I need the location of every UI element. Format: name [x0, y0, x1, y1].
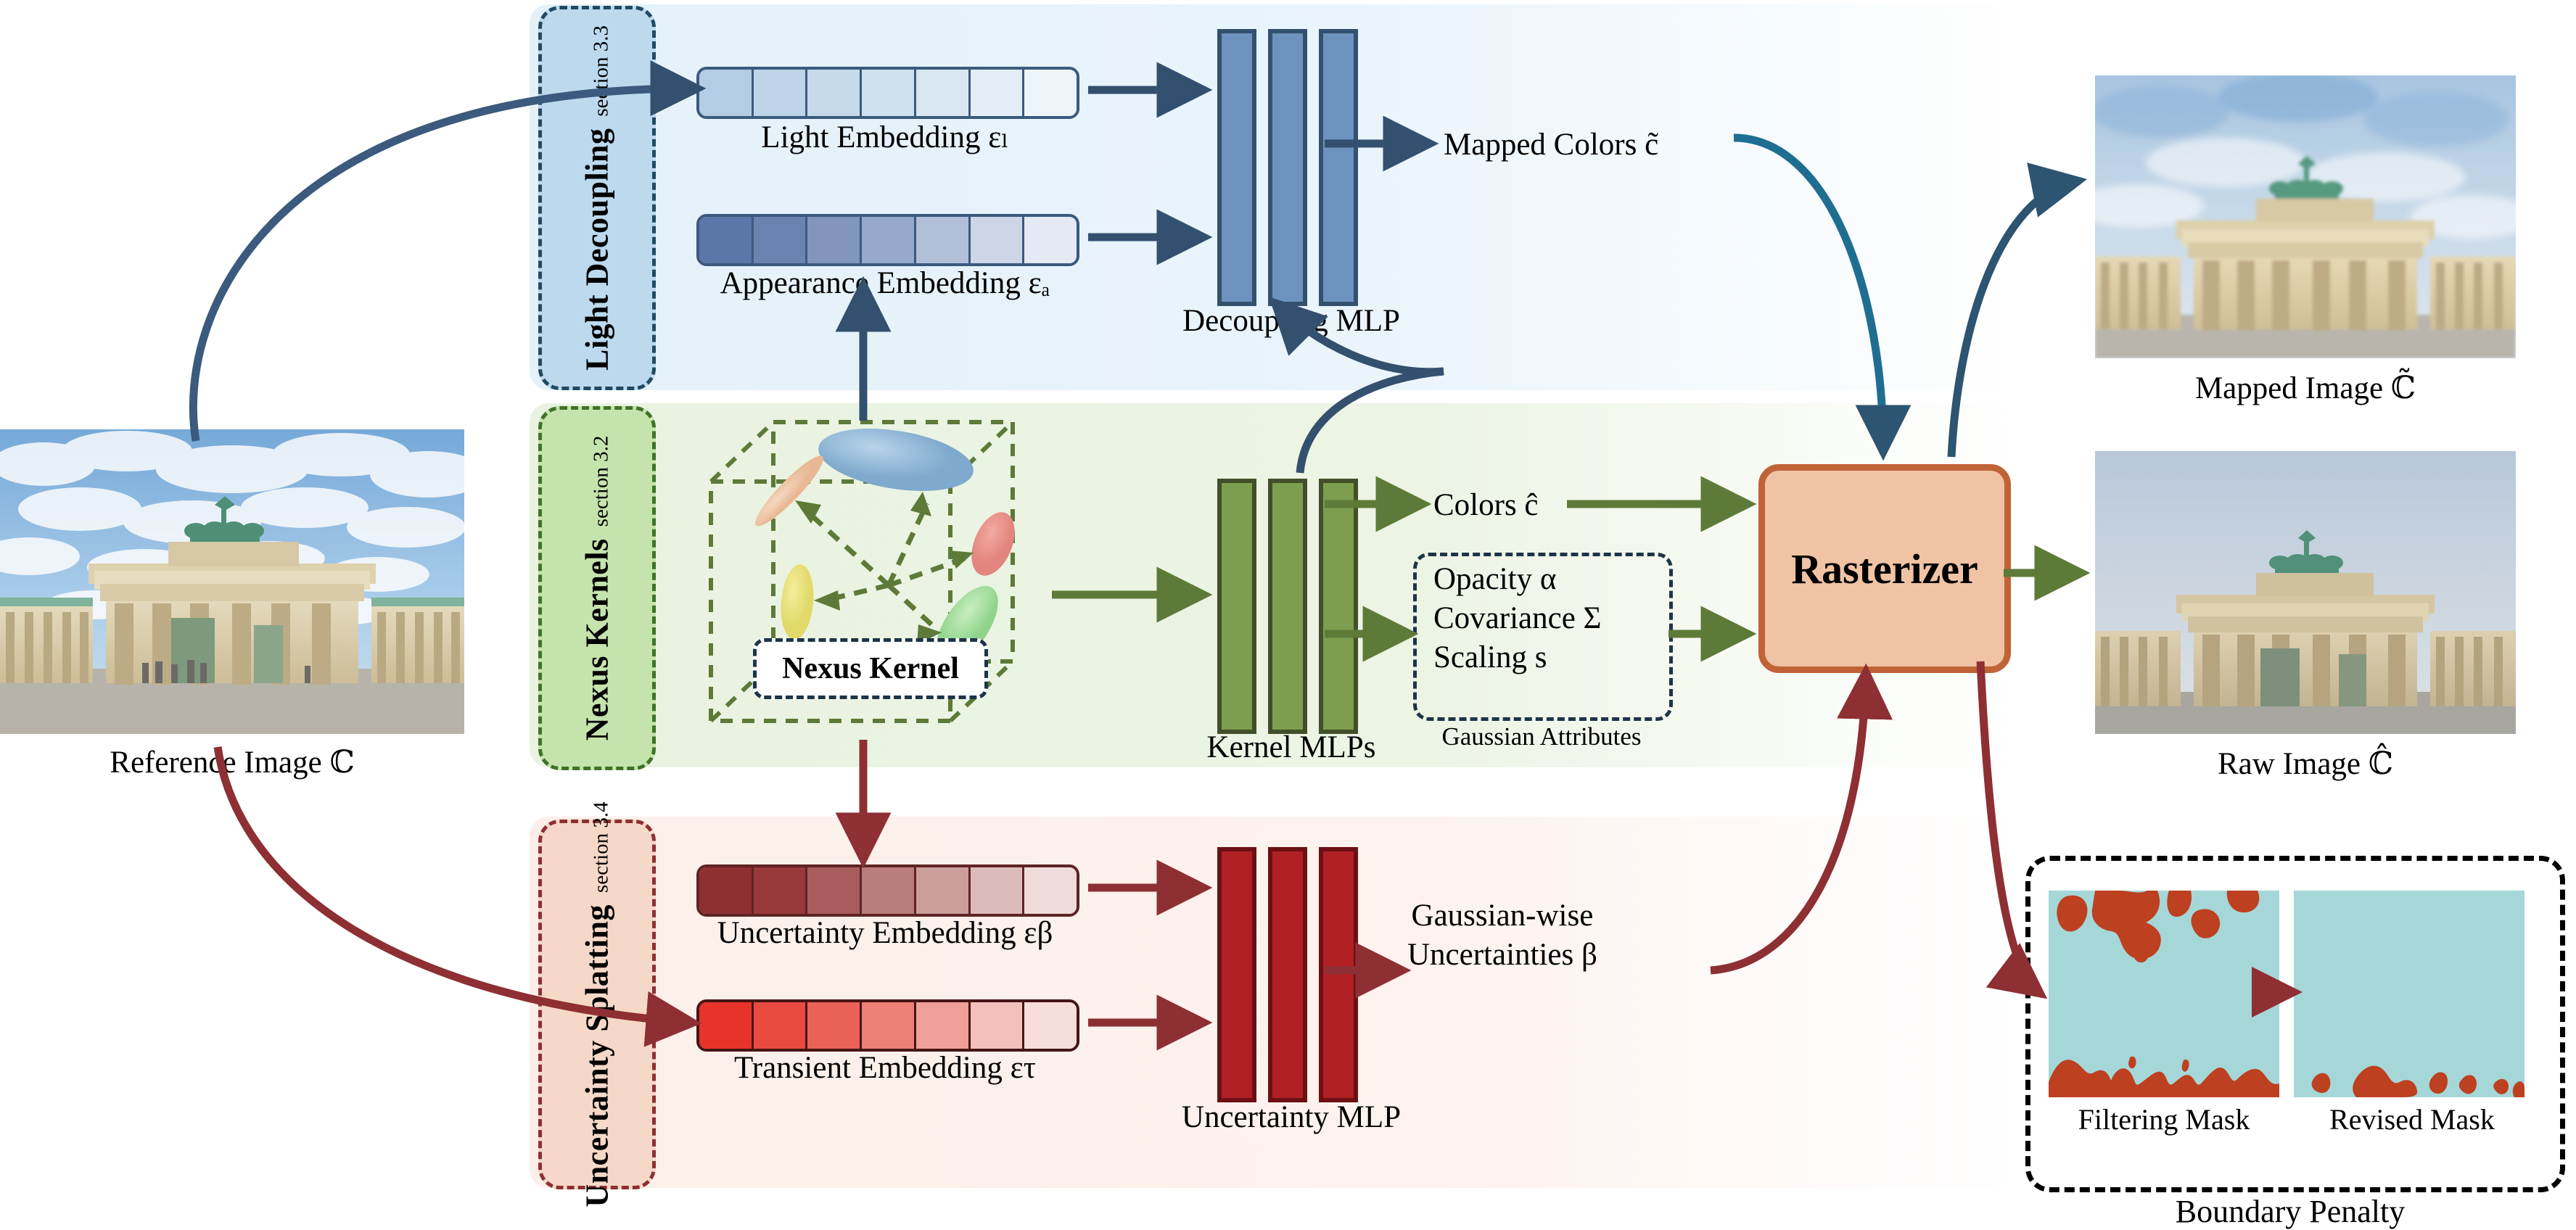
gaussian-uncertainties-line1: Gaussian-wise: [1411, 899, 1594, 933]
raw-image-label: Raw Image ℂ̂: [2218, 747, 2393, 781]
decoupling-mlp-label: Decoupling MLP: [1182, 304, 1400, 338]
section-title-uncertainty-splatting: Uncertainty Splatting: [579, 904, 615, 1208]
mlp-layer: [1268, 847, 1307, 1102]
embedding-cell: [860, 70, 914, 116]
embedding-cell: [968, 867, 1023, 914]
uncertainty-embedding-label: Uncertainty Embedding εβ: [717, 916, 1053, 950]
filtering-mask: [2049, 891, 2279, 1097]
embedding-cell: [913, 217, 968, 263]
kernel-mlps: [1217, 479, 1358, 734]
attribute-scaling: Scaling s: [1433, 640, 1547, 675]
revised-mask-label: Revised Mask: [2329, 1103, 2495, 1136]
attribute-covariance: Covariance Σ: [1433, 601, 1602, 636]
transient-embedding-label: Transient Embedding ετ: [734, 1051, 1036, 1085]
gaussian-attributes-title: Gaussian Attributes: [1441, 722, 1642, 751]
section-subtitle-nexus-kernels: section 3.2: [589, 435, 613, 527]
attribute-opacity: Opacity α: [1433, 562, 1557, 596]
embedding-cell: [751, 217, 806, 263]
light-embedding-strip: [696, 67, 1079, 119]
transient-embedding-strip: [696, 999, 1079, 1052]
mlp-layer: [1319, 29, 1358, 306]
embedding-cell: [913, 867, 968, 914]
gaussian-attributes-list: Opacity α Covariance Σ Scaling s: [1433, 560, 1602, 678]
nexus-kernel-pill[interactable]: Nexus Kernel: [753, 638, 988, 699]
embedding-cell: [805, 70, 860, 116]
mlp-layer: [1268, 29, 1307, 306]
raw-image: [2095, 451, 2516, 734]
embedding-cell: [805, 1002, 860, 1049]
gaussian-uncertainties-line2: Uncertainties β: [1407, 938, 1597, 973]
mapped-image: [2095, 75, 2516, 358]
kernel-mlps-label: Kernel MLPs: [1206, 730, 1376, 764]
mlp-layer: [1268, 479, 1307, 734]
colors-output-label: Colors ĉ: [1433, 488, 1539, 522]
embedding-cell: [913, 70, 968, 116]
uncertainty-mlp-label: Uncertainty MLP: [1181, 1100, 1402, 1134]
embedding-cell: [751, 70, 806, 116]
section-subtitle-light-decoupling: section 3.3: [589, 25, 613, 117]
sidebar-item-uncertainty-splatting[interactable]: Uncertainty Splatting section 3.4: [538, 801, 656, 1208]
embedding-cell: [751, 867, 806, 914]
decoupling-mlp: [1217, 29, 1358, 306]
embedding-cell: [751, 1002, 806, 1049]
embedding-cell: [1022, 217, 1077, 263]
section-title-light-decoupling: Light Decoupling: [579, 128, 615, 371]
rasterizer-block[interactable]: Rasterizer: [1758, 464, 2011, 673]
embedding-cell: [1022, 867, 1077, 914]
embedding-cell: [699, 867, 752, 914]
embedding-cell: [913, 1002, 968, 1049]
revised-mask: [2294, 891, 2524, 1097]
embedding-cell: [860, 867, 914, 914]
embedding-cell: [968, 217, 1023, 263]
mlp-layer: [1319, 847, 1358, 1102]
reference-image-label: Reference Image ℂ: [110, 746, 355, 780]
embedding-cell: [1022, 70, 1077, 116]
mlp-layer: [1217, 847, 1256, 1102]
section-subtitle-uncertainty-splatting: section 3.4: [589, 801, 613, 893]
appearance-embedding-strip: [696, 214, 1079, 266]
embedding-cell: [699, 1002, 752, 1049]
mlp-layer: [1319, 479, 1358, 734]
embedding-cell: [860, 217, 914, 263]
section-title-nexus-kernels: Nexus Kernels: [579, 538, 615, 741]
appearance-embedding-label: Appearance Embedding εₐ: [720, 266, 1050, 300]
sidebar-item-light-decoupling[interactable]: Light Decoupling section 3.3: [538, 6, 656, 390]
uncertainty-mlp: [1217, 847, 1358, 1102]
embedding-cell: [699, 217, 752, 263]
rasterizer-label: Rasterizer: [1791, 545, 1978, 593]
embedding-cell: [805, 867, 860, 914]
filtering-mask-label: Filtering Mask: [2078, 1103, 2250, 1136]
embedding-cell: [968, 70, 1023, 116]
mapped-colors-label: Mapped Colors c̃: [1444, 128, 1659, 162]
embedding-cell: [805, 217, 860, 263]
embedding-cell: [968, 1002, 1023, 1049]
gaussian-uncertainties-label: Gaussian-wise Uncertainties β: [1407, 896, 1597, 975]
mapped-image-label: Mapped Image ℂ̃: [2194, 371, 2416, 405]
embedding-cell: [699, 70, 752, 116]
uncertainty-embedding-strip: [696, 864, 1079, 917]
embedding-cell: [860, 1002, 914, 1049]
sidebar-item-nexus-kernels[interactable]: Nexus Kernels section 3.2: [538, 406, 656, 770]
mlp-layer: [1217, 29, 1256, 306]
boundary-penalty-title: Boundary Penalty: [2175, 1194, 2406, 1229]
light-embedding-label: Light Embedding εₗ: [761, 120, 1009, 154]
nexus-kernel-pill-label: Nexus Kernel: [782, 652, 959, 685]
mlp-layer: [1217, 479, 1256, 734]
reference-image: [0, 429, 464, 734]
embedding-cell: [1022, 1002, 1077, 1049]
